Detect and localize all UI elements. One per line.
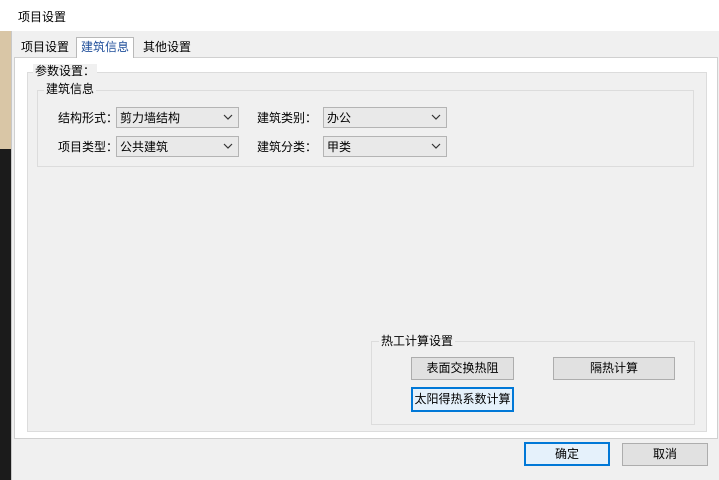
insulation-calc-label: 隔热计算 xyxy=(589,361,638,375)
tab-building-info[interactable]: 建筑信息 xyxy=(76,37,135,58)
cancel-label: 取消 xyxy=(652,447,677,461)
chevron-down-icon xyxy=(223,143,233,149)
solar-gain-button[interactable]: 太阳得热系数计算 xyxy=(411,387,514,412)
building-class-label: 建筑分类： xyxy=(257,140,318,154)
ok-label: 确定 xyxy=(554,447,579,461)
building-category-label: 建筑类别： xyxy=(257,111,318,125)
thermal-settings-groupbox xyxy=(371,341,695,425)
params-group-caption: 参数设置： xyxy=(33,64,98,78)
surface-resistance-button[interactable]: 表面交换热阻 xyxy=(411,357,514,380)
ok-button[interactable]: 确定 xyxy=(524,442,610,466)
structure-form-combo[interactable]: 剪力墙结构 xyxy=(116,107,239,128)
building-category-value: 办公 xyxy=(327,111,352,125)
building-category-combo[interactable]: 办公 xyxy=(323,107,447,128)
building-class-combo[interactable]: 甲类 xyxy=(323,136,447,157)
insulation-calc-button[interactable]: 隔热计算 xyxy=(553,357,675,380)
building-info-caption: 建筑信息 xyxy=(44,82,97,96)
window-title: 项目设置 xyxy=(18,10,67,24)
title-bar: 项目设置 xyxy=(0,0,719,31)
chevron-down-icon xyxy=(431,114,441,120)
structure-form-label: 结构形式： xyxy=(58,111,119,125)
building-class-value: 甲类 xyxy=(327,140,352,154)
solar-gain-label: 太阳得热系数计算 xyxy=(414,392,511,406)
project-type-label: 项目类型： xyxy=(58,140,119,154)
background-window-edge xyxy=(0,0,11,480)
chevron-down-icon xyxy=(223,114,233,120)
project-type-combo[interactable]: 公共建筑 xyxy=(116,136,239,157)
cancel-button[interactable]: 取消 xyxy=(622,443,708,466)
surface-resistance-label: 表面交换热阻 xyxy=(426,361,499,375)
tab-project-settings[interactable]: 项目设置 xyxy=(17,38,74,57)
chevron-down-icon xyxy=(431,143,441,149)
thermal-settings-caption: 热工计算设置 xyxy=(379,334,456,348)
tab-other-settings[interactable]: 其他设置 xyxy=(139,38,196,57)
project-type-value: 公共建筑 xyxy=(120,140,169,154)
structure-form-value: 剪力墙结构 xyxy=(120,111,181,125)
